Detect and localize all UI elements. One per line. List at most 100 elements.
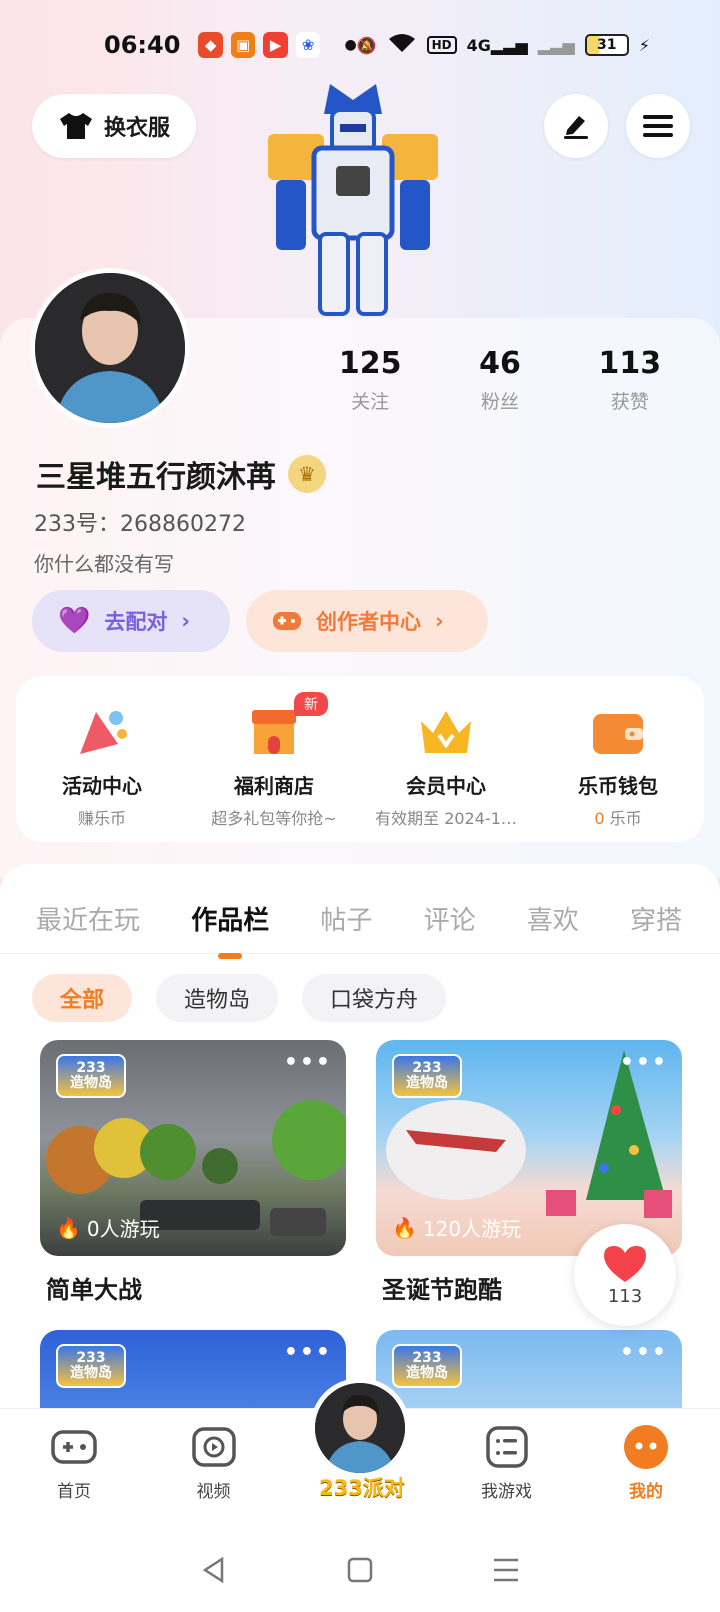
work-thumbnail[interactable]: 233 造物岛 ••• 🔥 0人游玩 xyxy=(40,1040,346,1256)
service-vip-center[interactable]: 会员中心 有效期至 2024-1… xyxy=(360,676,532,842)
crown-badge-icon[interactable]: ♛ xyxy=(288,455,326,493)
tab-works[interactable]: 作品栏 xyxy=(191,900,269,937)
chevron-right-icon: › xyxy=(181,609,191,633)
party-center-label[interactable]: 233派对 xyxy=(314,1472,410,1502)
gamepad-icon xyxy=(273,612,301,630)
creation-island-logo: 233 造物岛 xyxy=(392,1344,462,1388)
filter-all[interactable]: 全部 xyxy=(32,974,133,1022)
mute-icon: 🔕 xyxy=(356,35,377,55)
more-options-icon[interactable]: ••• xyxy=(284,1050,332,1075)
more-options-icon[interactable]: ••• xyxy=(620,1050,668,1075)
party-avatar xyxy=(315,1383,405,1473)
nav-video-label: 视频 xyxy=(196,1482,231,1502)
creator-center-label: 创作者中心 xyxy=(316,610,421,634)
party-center-button[interactable] xyxy=(310,1378,410,1478)
likes-count: 113 xyxy=(598,346,662,381)
notification-app-icon: ◆ xyxy=(198,32,223,58)
logo-number: 233 xyxy=(412,1349,442,1366)
nav-my-games[interactable]: 我游戏 xyxy=(459,1423,555,1502)
home-square-icon[interactable] xyxy=(347,1557,373,1583)
service-activity-center[interactable]: 活动中心 赚乐币 xyxy=(16,676,188,842)
change-outfit-button[interactable]: 换衣服 xyxy=(32,94,196,158)
status-time: 06:40 xyxy=(104,31,181,59)
heart-icon xyxy=(604,1245,646,1282)
battery-level: 31 xyxy=(597,37,617,53)
nav-my-games-label: 我游戏 xyxy=(481,1482,532,1502)
bio[interactable]: 你什么都没有写 xyxy=(34,548,174,577)
creation-island-logo: 233 造物岛 xyxy=(56,1054,126,1098)
profile-avatar[interactable] xyxy=(30,268,190,428)
floating-like-button[interactable]: 113 xyxy=(574,1224,676,1326)
play-icon xyxy=(190,1423,238,1471)
service-title: 乐币钱包 xyxy=(578,774,658,798)
flame-icon: 🔥 xyxy=(392,1215,417,1240)
creator-center-button[interactable]: 创作者中心 › xyxy=(246,590,488,652)
back-icon[interactable] xyxy=(200,1556,228,1584)
content-tabs-bar: 最近在玩 作品栏 帖子 评论 喜欢 穿搭 xyxy=(0,864,720,954)
service-coin-wallet[interactable]: 乐币钱包 0 乐币 xyxy=(532,676,704,842)
list-icon xyxy=(483,1423,531,1471)
service-title: 活动中心 xyxy=(62,774,142,798)
menu-button[interactable] xyxy=(626,94,690,158)
logo-text: 造物岛 xyxy=(406,1365,448,1381)
coin-unit: 乐币 xyxy=(609,809,642,828)
edit-profile-button[interactable] xyxy=(544,94,608,158)
filter-pocket-ark[interactable]: 口袋方舟 xyxy=(302,974,447,1022)
status-bar: 06:40 ◆ ▣ ▶ ❀ ● 🔕 HD 4G▂▃▅ ▂▃▅ 31 ⚡ xyxy=(0,0,720,90)
more-options-icon[interactable]: ••• xyxy=(620,1340,668,1365)
play-count: 🔥 120人游玩 xyxy=(392,1213,521,1242)
logo-number: 233 xyxy=(412,1059,442,1076)
notification-baidu-icon: ❀ xyxy=(295,32,321,58)
followers-label: 粉丝 xyxy=(480,391,519,413)
work-thumbnail[interactable]: 233 造物岛 ••• 🔥 120人游玩 xyxy=(376,1040,682,1256)
nav-mine[interactable]: 我的 xyxy=(598,1423,694,1502)
services-panel: 活动中心 赚乐币 新 福利商店 超多礼包等你抢~ 会员中心 有效期至 2024-… xyxy=(16,676,704,842)
tab-outfits[interactable]: 穿搭 xyxy=(630,900,682,937)
signal-4g-icon: 4G▂▃▅ xyxy=(466,35,528,55)
username-row: 三星堆五行颜沐苒 ♛ xyxy=(36,452,326,496)
flame-icon: 🔥 xyxy=(56,1215,81,1240)
change-outfit-label: 换衣服 xyxy=(103,116,170,141)
stat-followers[interactable]: 46 粉丝 xyxy=(479,346,521,414)
service-subtitle: 有效期至 2024-1… xyxy=(375,809,517,828)
tab-recently-played[interactable]: 最近在玩 xyxy=(36,900,140,937)
followers-count: 46 xyxy=(479,346,521,381)
more-options-icon[interactable]: ••• xyxy=(284,1340,332,1365)
service-subtitle: 赚乐币 xyxy=(77,809,126,828)
play-count-text: 120人游玩 xyxy=(422,1217,522,1241)
tab-posts[interactable]: 帖子 xyxy=(320,900,372,937)
notification-video-icon: ▶ xyxy=(263,32,288,58)
menu-icon xyxy=(643,115,673,137)
filter-creation-island[interactable]: 造物岛 xyxy=(156,974,279,1022)
logo-text: 造物岛 xyxy=(70,1075,112,1091)
match-button[interactable]: 💜 去配对 › xyxy=(32,590,230,652)
robot-avatar-figure[interactable] xyxy=(258,84,448,324)
charging-icon: ⚡ xyxy=(638,35,650,55)
creation-island-logo: 233 造物岛 xyxy=(392,1054,462,1098)
service-title: 福利商店 xyxy=(234,774,314,798)
username: 三星堆五行颜沐苒 xyxy=(36,460,276,495)
nav-home[interactable]: 首页 xyxy=(26,1423,122,1502)
nav-video[interactable]: 视频 xyxy=(166,1423,262,1502)
following-count: 125 xyxy=(338,346,402,381)
creation-island-logo: 233 造物岛 xyxy=(56,1344,126,1388)
tshirt-icon xyxy=(59,113,92,139)
hd-icon: HD xyxy=(426,36,457,54)
recent-apps-icon[interactable] xyxy=(492,1557,520,1583)
user-id[interactable]: 233号：268860272 xyxy=(34,506,246,538)
logo-number: 233 xyxy=(76,1349,106,1366)
service-welfare-shop[interactable]: 新 福利商店 超多礼包等你抢~ xyxy=(188,676,360,842)
work-card[interactable]: 233 造物岛 ••• 🔥 0人游玩 简单大战 xyxy=(40,1040,346,1305)
tab-comments[interactable]: 评论 xyxy=(424,900,476,937)
signal-weak-icon: ▂▃▅ xyxy=(537,35,575,55)
tab-likes[interactable]: 喜欢 xyxy=(527,900,579,937)
work-title: 简单大战 xyxy=(46,1276,142,1304)
likes-label: 获赞 xyxy=(610,391,649,413)
following-label: 关注 xyxy=(351,391,390,413)
crown-icon xyxy=(416,704,476,760)
play-count-text: 0人游玩 xyxy=(86,1217,160,1241)
stat-following[interactable]: 125 关注 xyxy=(339,346,402,414)
service-subtitle: 0 乐币 xyxy=(594,805,641,829)
stat-likes[interactable]: 113 获赞 xyxy=(599,346,662,414)
coin-balance: 0 xyxy=(594,809,605,828)
